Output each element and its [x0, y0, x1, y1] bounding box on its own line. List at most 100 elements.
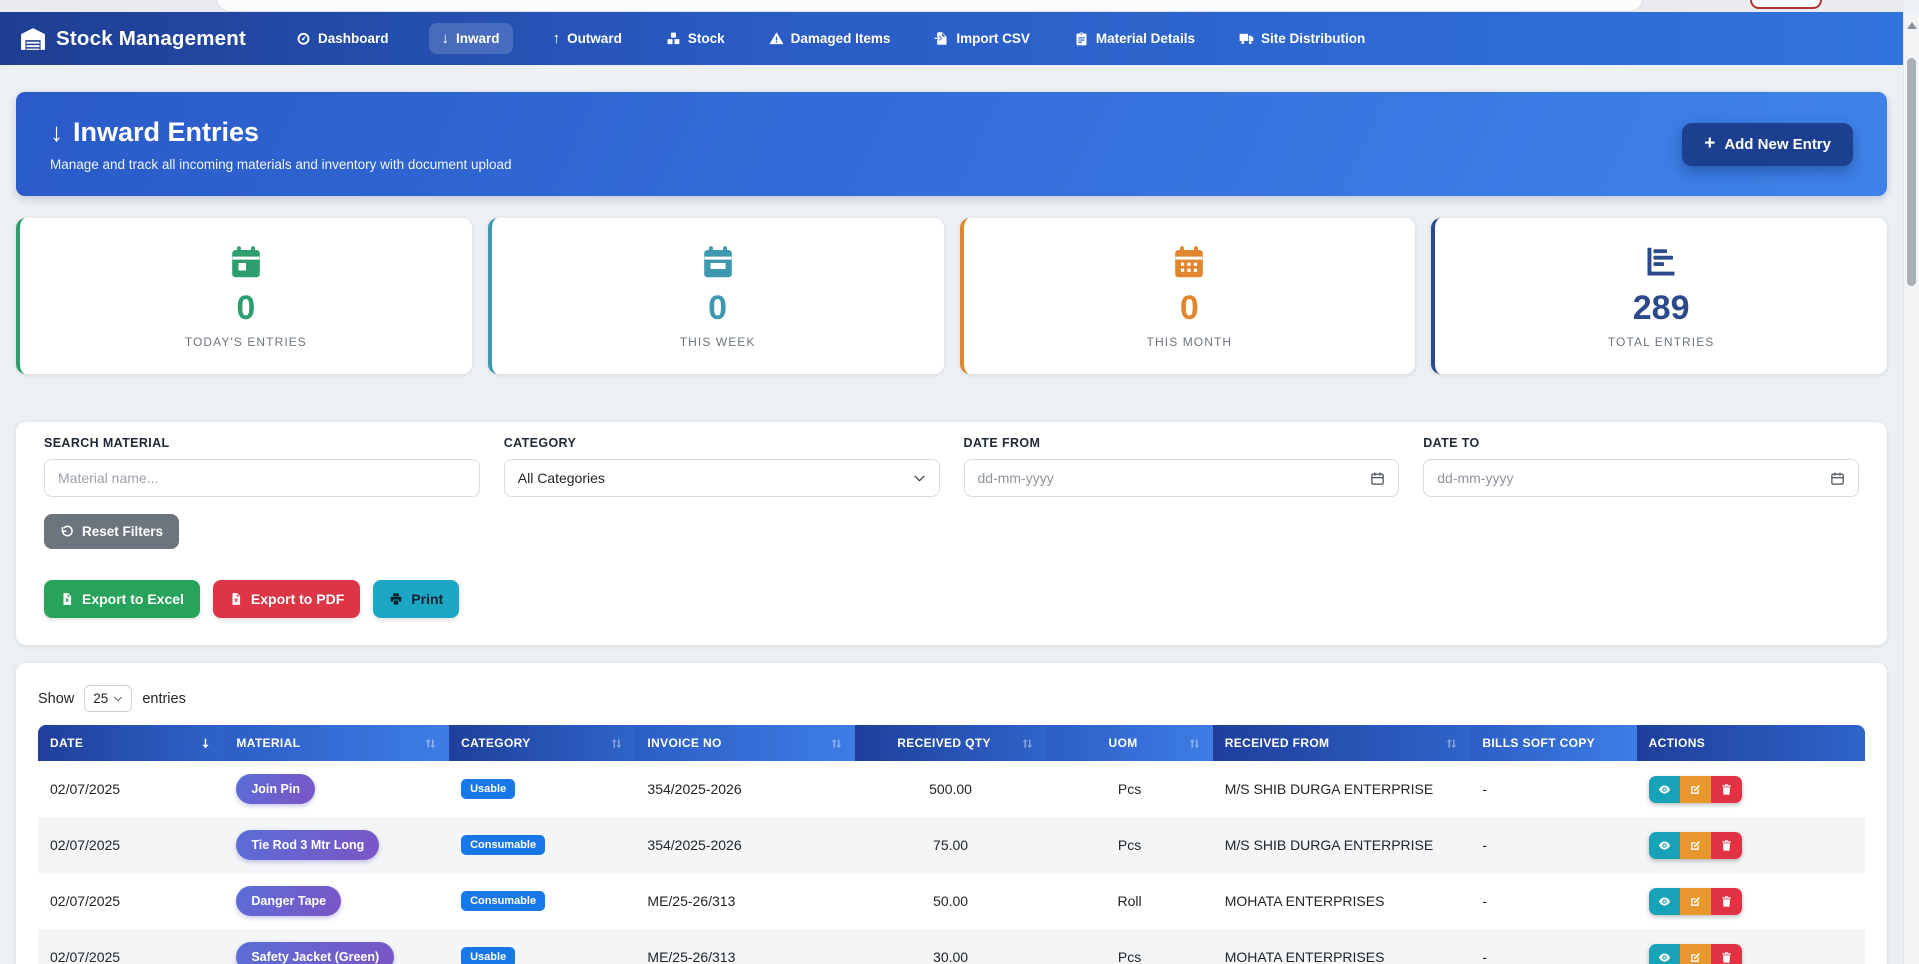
search-material-label: SEARCH MATERIAL — [44, 436, 480, 450]
export-excel-button[interactable]: Export to Excel — [44, 580, 200, 618]
nav-items: Dashboard ↓ Inward ↑ Outward Stock Damag… — [292, 23, 1369, 54]
view-button[interactable] — [1649, 944, 1680, 964]
sort-icon[interactable] — [1188, 737, 1201, 750]
column-header-category[interactable]: CATEGORY — [449, 725, 635, 761]
eye-icon — [1658, 895, 1671, 908]
material-pill[interactable]: Tie Rod 3 Mtr Long — [236, 830, 379, 860]
calendar-picker-icon[interactable] — [1370, 471, 1385, 486]
export-pdf-button[interactable]: Export to PDF — [213, 580, 360, 618]
row-actions — [1649, 776, 1742, 803]
stats-row: 0 TODAY'S ENTRIES 0 THIS WEEK 0 THIS MON… — [16, 218, 1887, 374]
column-header-actions: ACTIONS — [1637, 725, 1865, 761]
edit-button[interactable] — [1680, 776, 1711, 803]
entries-table: DATE MATERIAL CATEGORY INVOICE NO RECEIV… — [38, 725, 1865, 964]
sort-icon[interactable] — [610, 737, 623, 750]
arrow-down-icon: ↓ — [50, 119, 63, 145]
table-row: 02/07/2025 Join Pin Usable 354/2025-2026… — [38, 761, 1865, 817]
nav-item-inward[interactable]: ↓ Inward — [429, 23, 513, 54]
nav-item-damaged-items[interactable]: Damaged Items — [765, 23, 895, 54]
entries-label: entries — [142, 691, 186, 707]
material-pill[interactable]: Safety Jacket (Green) — [236, 942, 394, 964]
delete-button[interactable] — [1711, 888, 1742, 915]
calendar-picker-icon[interactable] — [1830, 471, 1845, 486]
brand: Stock Management — [20, 26, 246, 52]
nav-item-outward[interactable]: ↑ Outward — [549, 23, 626, 54]
category-badge: Usable — [461, 947, 515, 964]
stat-card-this-week: 0 THIS WEEK — [488, 218, 944, 374]
category-label: CATEGORY — [504, 436, 940, 450]
page-size-value: 25 — [93, 691, 108, 706]
edit-button[interactable] — [1680, 832, 1711, 859]
column-header-uom[interactable]: UOM — [1046, 725, 1212, 761]
scrollbar-up-arrow-icon[interactable] — [1907, 22, 1917, 29]
bar-chart-icon — [1643, 244, 1679, 280]
stat-label: THIS MONTH — [1147, 335, 1232, 349]
column-header-material[interactable]: MATERIAL — [224, 725, 449, 761]
browser-tab-remnant — [216, 0, 1643, 12]
chevron-down-icon — [113, 694, 123, 704]
nav-item-label: Inward — [456, 31, 500, 46]
page-subtitle: Manage and track all incoming materials … — [50, 157, 512, 172]
filter-date-to: DATE TO dd-mm-yyyy — [1423, 436, 1859, 497]
date-from-label: DATE FROM — [964, 436, 1400, 450]
warehouse-icon — [20, 26, 46, 52]
delete-button[interactable] — [1711, 776, 1742, 803]
pdf-file-icon — [229, 592, 243, 606]
sort-icon[interactable] — [830, 737, 843, 750]
nav-item-import-csv[interactable]: Import CSV — [930, 23, 1034, 54]
nav-item-label: Import CSV — [956, 31, 1030, 46]
category-select[interactable]: All Categories — [504, 459, 940, 497]
column-header-date[interactable]: DATE — [38, 725, 224, 761]
sort-desc-icon[interactable] — [199, 737, 212, 750]
nav-item-material-details[interactable]: Material Details — [1070, 23, 1199, 54]
cell-received-qty: 50.00 — [855, 893, 1047, 909]
column-header-received-qty[interactable]: RECEIVED QTY — [855, 725, 1047, 761]
page-scrollbar[interactable] — [1903, 12, 1919, 964]
excel-file-icon — [60, 592, 74, 606]
print-button[interactable]: Print — [373, 580, 459, 618]
stat-value: 0 — [236, 289, 255, 328]
stat-value: 0 — [708, 289, 727, 328]
nav-item-label: Dashboard — [318, 31, 389, 46]
nav-item-label: Material Details — [1096, 31, 1195, 46]
eye-icon — [1658, 783, 1671, 796]
delete-button[interactable] — [1711, 832, 1742, 859]
nav-item-label: Stock — [688, 31, 725, 46]
column-header-received-from[interactable]: RECEIVED FROM — [1213, 725, 1471, 761]
edit-button[interactable] — [1680, 888, 1711, 915]
reset-filters-button[interactable]: Reset Filters — [44, 514, 179, 549]
sort-icon[interactable] — [424, 737, 437, 750]
edit-icon — [1689, 951, 1702, 964]
cell-received-qty: 75.00 — [855, 837, 1047, 853]
material-pill[interactable]: Join Pin — [236, 774, 315, 804]
date-to-input[interactable]: dd-mm-yyyy — [1423, 459, 1859, 497]
view-button[interactable] — [1649, 832, 1680, 859]
view-button[interactable] — [1649, 888, 1680, 915]
date-from-input[interactable]: dd-mm-yyyy — [964, 459, 1400, 497]
add-new-entry-button[interactable]: + Add New Entry — [1682, 123, 1853, 166]
printer-icon — [389, 592, 403, 606]
nav-item-dashboard[interactable]: Dashboard — [292, 23, 393, 54]
page-size-select[interactable]: 25 — [84, 685, 132, 712]
table-header-row: DATE MATERIAL CATEGORY INVOICE NO RECEIV… — [38, 725, 1865, 761]
scrollbar-thumb[interactable] — [1907, 58, 1916, 286]
arrow-down-icon: ↓ — [442, 31, 450, 46]
sort-icon[interactable] — [1021, 737, 1034, 750]
view-button[interactable] — [1649, 776, 1680, 803]
nav-item-site-distribution[interactable]: Site Distribution — [1235, 23, 1369, 54]
material-pill[interactable]: Danger Tape — [236, 886, 341, 916]
cell-bills-soft-copy: - — [1470, 893, 1636, 909]
calendar-week-icon — [700, 244, 736, 280]
sort-icon[interactable] — [1445, 737, 1458, 750]
column-header-invoice-no[interactable]: INVOICE NO — [635, 725, 854, 761]
warning-icon — [769, 31, 784, 46]
delete-button[interactable] — [1711, 944, 1742, 964]
cell-uom: Roll — [1046, 893, 1212, 909]
search-material-input[interactable] — [44, 459, 480, 497]
stat-value: 289 — [1633, 289, 1690, 328]
page-title: Inward Entries — [73, 117, 259, 148]
edit-button[interactable] — [1680, 944, 1711, 964]
cell-received-qty: 500.00 — [855, 781, 1047, 797]
edit-icon — [1689, 895, 1702, 908]
nav-item-stock[interactable]: Stock — [662, 23, 729, 54]
